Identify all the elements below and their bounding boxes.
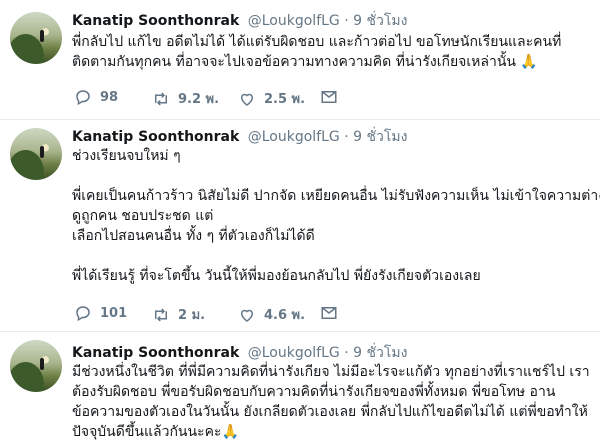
tweet-header: Kanatip Soonthonrak @LoukgolfLG · 9 ชั่ว…	[72, 10, 407, 32]
message-icon	[320, 304, 338, 322]
timestamp[interactable]: 9 ชั่วโมง	[353, 13, 407, 29]
tweet: Kanatip Soonthonrak @LoukgolfLG · 9 ชั่ว…	[0, 120, 600, 332]
separator-dot: ·	[344, 345, 349, 361]
avatar[interactable]	[10, 340, 62, 392]
heart-icon	[238, 306, 256, 324]
reply-count: 98	[100, 89, 119, 105]
tweet-text-line: ดูถูกคน ชอบประชด แต่	[72, 208, 214, 224]
tweet-text: พี่กลับไป แก้ไข อดีตไม่ได้ ได้แต่รับผิดช…	[72, 32, 592, 72]
user-handle[interactable]: @LoukgolfLG	[248, 13, 340, 29]
separator-dot: ·	[344, 13, 349, 29]
reply-button[interactable]: 101	[74, 304, 127, 322]
tweet: Kanatip Soonthonrak @LoukgolfLG · 9 ชั่ว…	[0, 0, 600, 120]
user-handle[interactable]: @LoukgolfLG	[248, 345, 340, 361]
tweet-text-line: ปัจจุบันดีขึ้นแล้วกันนะคะ🙏	[72, 424, 239, 440]
retweet-button[interactable]: 2 ม.	[152, 304, 205, 325]
avatar[interactable]	[10, 128, 62, 180]
tweet-text-line: ติดตามกันทุกคน ที่อาจจะไปเจอข้อความทางคว…	[72, 54, 538, 70]
reply-count: 101	[100, 305, 128, 321]
tweet-text-line: ช่วงเรียนจบใหม่ ๆ	[72, 148, 181, 164]
display-name[interactable]: Kanatip Soonthonrak	[72, 345, 239, 361]
like-count: 2.5 พ.	[264, 92, 306, 107]
tweet: Kanatip Soonthonrak @LoukgolfLG · 9 ชั่ว…	[0, 332, 600, 448]
message-icon	[320, 88, 338, 106]
retweet-count: 9.2 พ.	[178, 92, 220, 107]
reply-button[interactable]: 98	[74, 88, 118, 106]
retweet-icon	[152, 306, 170, 324]
tweet-text-line: ข้อความของตัวเองในวันนั้น ยังเกลียดตัวเอ…	[72, 404, 588, 420]
tweet-text-line: พี่ได้เรียนรู้ ที่จะโตขึ้น วันนี้ให้พี่ม…	[72, 268, 481, 284]
tweet-text: มีช่วงหนึ่งในชีวิต ที่พี่มีความคิดที่น่า…	[72, 362, 592, 442]
reply-icon	[74, 88, 92, 106]
separator-dot: ·	[344, 129, 349, 145]
user-handle[interactable]: @LoukgolfLG	[248, 129, 340, 145]
tweet-text: ช่วงเรียนจบใหม่ ๆ พี่เคยเป็นคนก้าวร้าว น…	[72, 146, 600, 286]
tweet-header: Kanatip Soonthonrak @LoukgolfLG · 9 ชั่ว…	[72, 126, 407, 148]
like-button[interactable]: 2.5 พ.	[238, 88, 305, 109]
tweet-header: Kanatip Soonthonrak @LoukgolfLG · 9 ชั่ว…	[72, 342, 407, 364]
display-name[interactable]: Kanatip Soonthonrak	[72, 129, 239, 145]
tweet-text-line: พี่เคยเป็นคนก้าวร้าว นิสัยไม่ดี ปากจัด เ…	[72, 188, 600, 204]
like-count: 4.6 พ.	[264, 308, 306, 323]
tweet-text-line: ต้องรับผิดชอบ พี่ขอรับผิดชอบกับความคิดที…	[72, 384, 556, 400]
retweet-count: 2 ม.	[178, 308, 206, 323]
tweet-actions: 101 2 ม. 4.6 พ.	[72, 304, 372, 324]
display-name[interactable]: Kanatip Soonthonrak	[72, 13, 239, 29]
tweet-text-line: มีช่วงหนึ่งในชีวิต ที่พี่มีความคิดที่น่า…	[72, 364, 590, 380]
retweet-icon	[152, 90, 170, 108]
tweet-text-line: พี่กลับไป แก้ไข อดีตไม่ได้ ได้แต่รับผิดช…	[72, 34, 562, 50]
reply-icon	[74, 304, 92, 322]
timestamp[interactable]: 9 ชั่วโมง	[353, 129, 407, 145]
tweet-text-line: เลือกไปสอนคนอื่น ทั้ง ๆ ที่ตัวเองก็ไม่ได…	[72, 228, 315, 244]
retweet-button[interactable]: 9.2 พ.	[152, 88, 219, 109]
like-button[interactable]: 4.6 พ.	[238, 304, 305, 325]
heart-icon	[238, 90, 256, 108]
message-button[interactable]	[320, 88, 338, 106]
avatar[interactable]	[10, 12, 62, 64]
message-button[interactable]	[320, 304, 338, 322]
tweet-actions: 98 9.2 พ. 2.5 พ.	[72, 88, 372, 108]
timestamp[interactable]: 9 ชั่วโมง	[353, 345, 407, 361]
